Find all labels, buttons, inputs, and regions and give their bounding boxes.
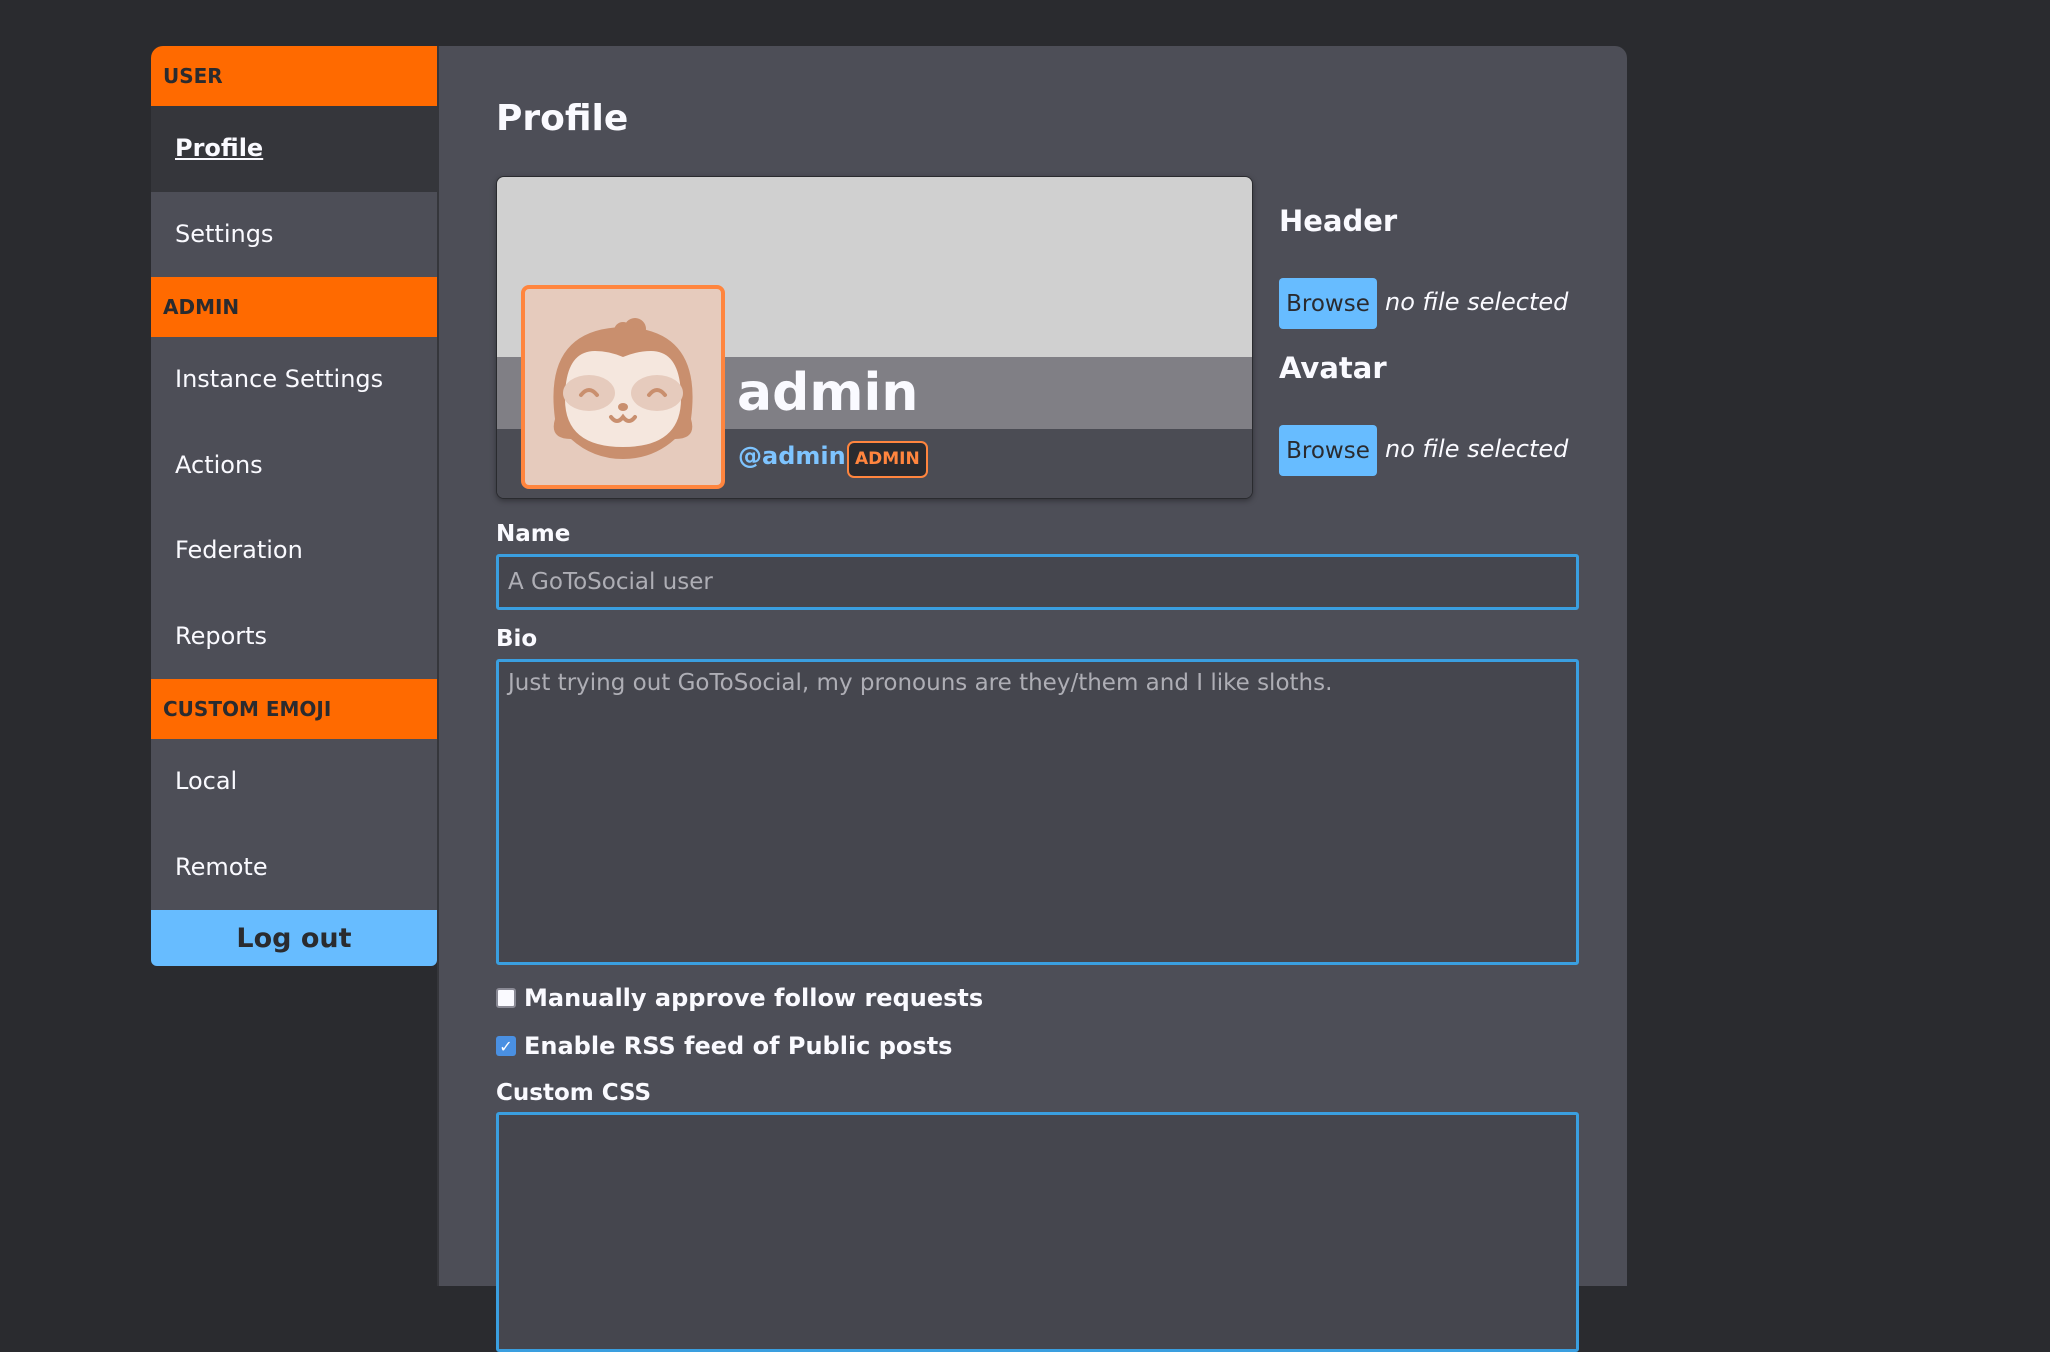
bio-textarea[interactable]	[496, 659, 1579, 965]
sidebar-item-federation[interactable]: Federation	[151, 508, 437, 594]
page-title: Profile	[496, 98, 629, 139]
sidebar-item-local[interactable]: Local	[151, 739, 437, 825]
logout-button[interactable]: Log out	[151, 910, 437, 966]
username: @admin	[738, 442, 846, 470]
sidebar: USER Profile Settings ADMIN Instance Set…	[151, 46, 437, 966]
rss-feed-label[interactable]: Enable RSS feed of Public posts	[524, 1032, 952, 1060]
bio-label: Bio	[496, 626, 538, 652]
main-panel: Profile admin @admin ADMIN Header Browse…	[437, 46, 1627, 1352]
manual-approve-checkbox[interactable]	[496, 988, 516, 1008]
rss-feed-row[interactable]: ✓ Enable RSS feed of Public posts	[496, 1032, 952, 1060]
avatar-file-status: no file selected	[1385, 435, 1569, 463]
custom-css-textarea[interactable]	[496, 1112, 1579, 1352]
header-file-status: no file selected	[1385, 288, 1569, 316]
avatar	[521, 285, 725, 489]
sidebar-section-admin: ADMIN	[151, 277, 437, 337]
name-label: Name	[496, 521, 571, 547]
checkmark-icon: ✓	[499, 1036, 513, 1056]
sidebar-item-instance-settings[interactable]: Instance Settings	[151, 337, 437, 423]
sidebar-section-user: USER	[151, 46, 437, 106]
name-input[interactable]	[496, 554, 1579, 610]
display-name: admin	[737, 363, 919, 423]
avatar-upload-label: Avatar	[1279, 351, 1387, 385]
sloth-avatar-icon	[553, 318, 693, 459]
manual-approve-label[interactable]: Manually approve follow requests	[524, 984, 983, 1012]
manual-approve-row[interactable]: Manually approve follow requests	[496, 984, 983, 1012]
profile-preview-card: admin @admin ADMIN	[496, 176, 1253, 499]
custom-css-label: Custom CSS	[496, 1080, 652, 1106]
sidebar-item-reports[interactable]: Reports	[151, 593, 437, 679]
sidebar-item-settings[interactable]: Settings	[151, 191, 437, 277]
header-upload-label: Header	[1279, 204, 1398, 238]
rss-feed-checkbox[interactable]: ✓	[496, 1036, 516, 1056]
sidebar-item-actions[interactable]: Actions	[151, 422, 437, 508]
sidebar-item-profile[interactable]: Profile	[151, 106, 437, 192]
role-badge: ADMIN	[847, 441, 928, 478]
sidebar-item-remote[interactable]: Remote	[151, 824, 437, 910]
avatar-browse-button[interactable]: Browse	[1279, 425, 1377, 476]
sidebar-section-custom-emoji: CUSTOM EMOJI	[151, 679, 437, 739]
header-browse-button[interactable]: Browse	[1279, 278, 1377, 329]
